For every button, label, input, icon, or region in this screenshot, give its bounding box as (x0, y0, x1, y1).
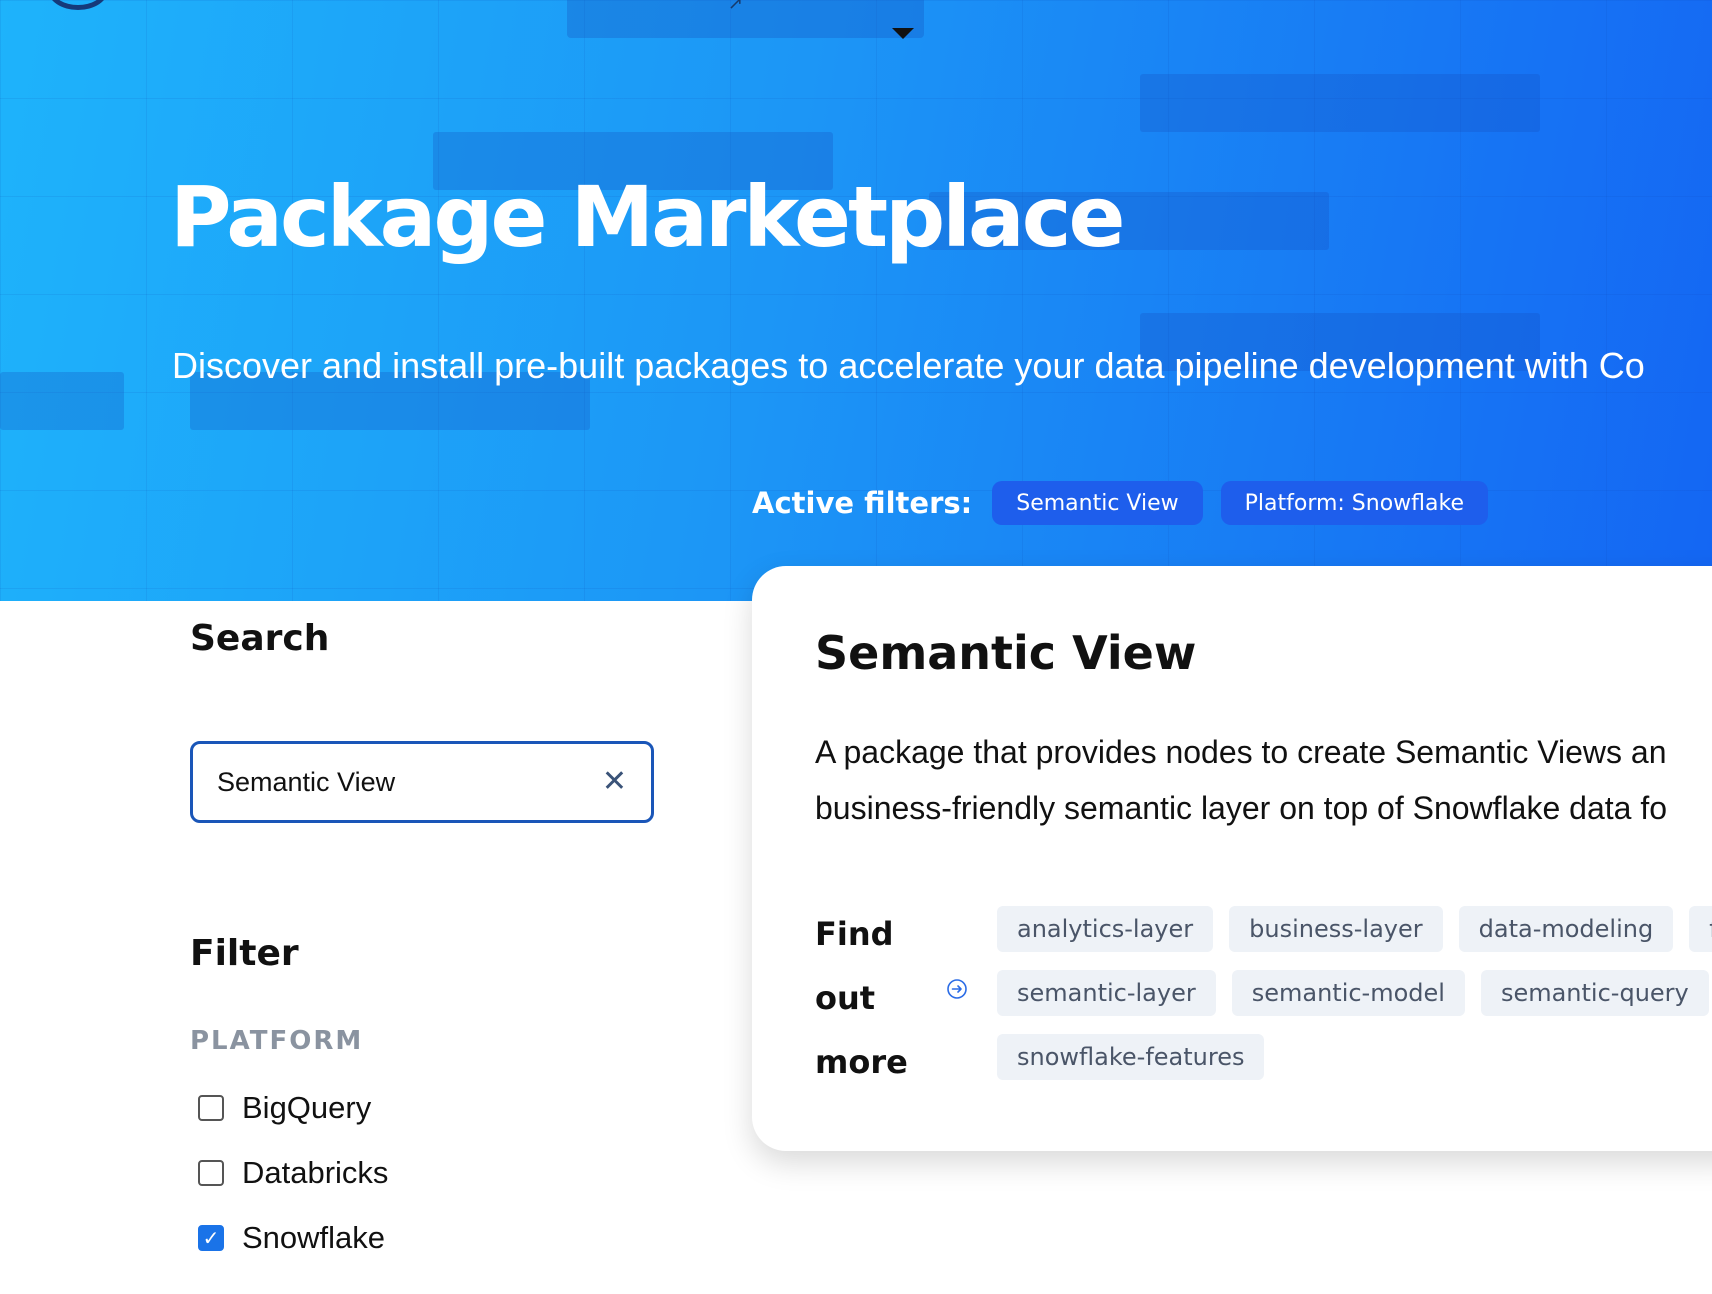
page-title: Package Marketplace (170, 168, 1125, 266)
close-icon[interactable]: ✕ (602, 767, 627, 797)
search-box[interactable]: ✕ (190, 741, 654, 823)
description-line: A package that provides nodes to create … (815, 734, 1667, 770)
checkbox[interactable] (198, 1095, 224, 1121)
active-filters: Active filters: Semantic View Platform: … (752, 480, 1489, 526)
package-title[interactable]: Semantic View (815, 626, 1196, 680)
find-out-more-link[interactable]: Find out more (815, 902, 925, 1094)
tag[interactable]: fa (1689, 906, 1712, 952)
tag[interactable]: semantic-query (1480, 970, 1709, 1016)
find-more-word: Find (815, 915, 894, 953)
caret-down-icon[interactable] (892, 28, 914, 39)
option-label: Snowflake (242, 1220, 386, 1255)
tag-row: analytics-layer business-layer data-mode… (997, 906, 1712, 952)
tag-row: semantic-layer semantic-model semantic-q… (997, 970, 1712, 1016)
page-subtitle: Discover and install pre-built packages … (172, 345, 1645, 386)
platform-option-bigquery[interactable]: BigQuery (198, 1088, 371, 1128)
find-more-word: out (815, 979, 876, 1017)
tag[interactable]: business-layer (1229, 906, 1443, 952)
platform-option-snowflake[interactable]: ✓ Snowflake (198, 1218, 385, 1258)
hero-decoration (1140, 74, 1540, 132)
platform-option-databricks[interactable]: Databricks (198, 1153, 388, 1193)
tag[interactable]: semantic-layer (997, 970, 1216, 1016)
platform-label: PLATFORM (190, 1026, 364, 1056)
arrow-right-circle-icon[interactable] (946, 978, 968, 1000)
option-label: BigQuery (242, 1090, 372, 1125)
option-label: Databricks (242, 1155, 389, 1190)
external-link-icon[interactable]: ↗ (728, 0, 750, 14)
search-title: Search (190, 618, 330, 659)
tag-row: snowflake-features (997, 1034, 1712, 1080)
tag[interactable]: analytics-layer (997, 906, 1214, 952)
active-filter-chip[interactable]: Platform: Snowflake (1220, 481, 1489, 525)
tag-list: analytics-layer business-layer data-mode… (997, 906, 1712, 1098)
description-line: business-friendly semantic layer on top … (815, 790, 1668, 826)
tag[interactable]: snowflake-features (997, 1034, 1265, 1080)
hero-decoration (0, 372, 124, 430)
package-card[interactable]: Semantic View A package that provides no… (752, 566, 1712, 1151)
find-more-word: more (815, 1043, 908, 1081)
active-filter-chip[interactable]: Semantic View (992, 481, 1203, 525)
checkbox-checked[interactable]: ✓ (198, 1225, 224, 1251)
check-icon: ✓ (202, 1226, 220, 1250)
active-filters-label: Active filters: (752, 486, 973, 520)
filter-title: Filter (190, 933, 299, 974)
checkbox[interactable] (198, 1160, 224, 1186)
package-description: A package that provides nodes to create … (815, 724, 1712, 836)
tag[interactable]: semantic-model (1231, 970, 1465, 1016)
hero-banner: ↗ Package Marketplace Discover and insta… (0, 0, 1712, 601)
search-input[interactable] (217, 766, 602, 798)
tag[interactable]: data-modeling (1458, 906, 1674, 952)
